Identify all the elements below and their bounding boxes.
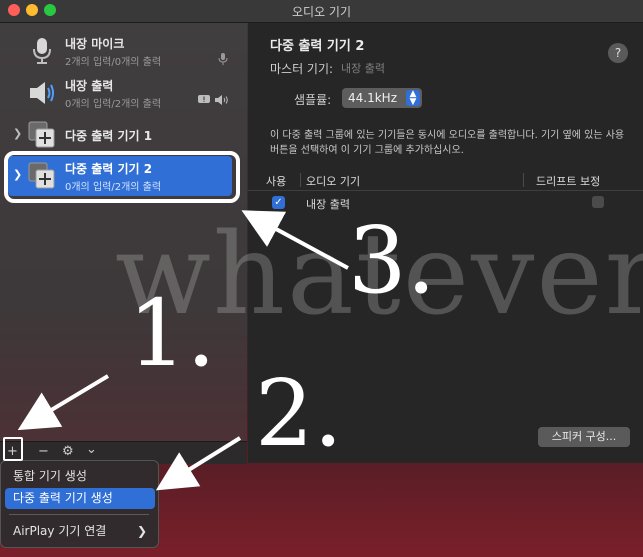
sample-rate-value: 44.1kHz <box>348 91 397 105</box>
chevron-down-icon[interactable]: ⌄ <box>86 442 97 457</box>
submenu-chevron-icon: ❯ <box>136 524 147 538</box>
device-io-count: 0개의 입력/2개의 출력 <box>65 99 162 110</box>
menu-item-label: 다중 출력 기기 생성 <box>13 491 113 505</box>
remove-device-button[interactable]: − <box>38 444 49 459</box>
input-mic-small-icon <box>218 53 228 65</box>
device-name: 내장 출력 <box>65 79 114 93</box>
column-separator <box>523 173 524 187</box>
title-bar: 오디오 기기 <box>0 0 643 23</box>
column-use[interactable]: 사용 <box>266 173 286 189</box>
column-separator <box>300 173 301 187</box>
device-title: 다중 출력 기기 2 <box>270 39 365 54</box>
sample-rate-select[interactable]: 44.1kHz ▲ ▼ <box>342 88 422 108</box>
device-row-built-in-mic[interactable]: 내장 마이크 2개의 입력/0개의 출력 <box>0 31 247 71</box>
alert-bubble-icon <box>198 95 210 103</box>
menu-separator <box>9 514 149 515</box>
gear-icon[interactable]: ⚙ <box>62 444 74 459</box>
menu-item-create-multi-output[interactable]: 다중 출력 기기 생성 <box>5 488 155 509</box>
device-row-multi-output-1[interactable]: ❯ 다중 출력 기기 1 <box>0 115 247 155</box>
device-name: 다중 출력 기기 1 <box>65 129 153 143</box>
highlight-box-add-button <box>3 437 23 461</box>
master-device-label: 마스터 기기: <box>270 62 334 76</box>
window-title: 오디오 기기 <box>291 5 351 19</box>
disclosure-chevron-icon[interactable]: ❯ <box>13 127 22 140</box>
row-device-name: 내장 출력 <box>306 198 350 211</box>
menu-item-airplay-connect[interactable]: AirPlay 기기 연결 ❯ <box>5 521 155 542</box>
speaker-icon <box>30 82 54 104</box>
menu-item-label: 통합 기기 생성 <box>13 469 87 483</box>
column-drift-correction[interactable]: 드리프트 보정 <box>536 173 600 189</box>
sample-rate-label: 샘플률: <box>294 93 332 107</box>
menu-item-create-aggregate[interactable]: 통합 기기 생성 <box>5 466 155 487</box>
device-detail-panel: 다중 출력 기기 2 ? 마스터 기기: 내장 출력 샘플률: 44.1kHz … <box>248 23 643 463</box>
device-name: 내장 마이크 <box>65 37 125 51</box>
group-description: 이 다중 출력 그룹에 있는 기기들은 동시에 오디오를 출력합니다. 기기 옆… <box>270 130 625 156</box>
multi-output-icon <box>28 121 55 148</box>
master-device-value[interactable]: 내장 출력 <box>341 60 385 76</box>
highlight-box-selected-device <box>4 151 240 203</box>
configure-speakers-button[interactable]: 스피커 구성... <box>538 427 630 447</box>
add-device-menu: 통합 기기 생성 다중 출력 기기 생성 AirPlay 기기 연결 ❯ <box>0 460 159 548</box>
updown-chevron-icon: ▲ ▼ <box>406 90 420 107</box>
device-io-count: 2개의 입력/0개의 출력 <box>65 57 162 68</box>
menu-item-label: AirPlay 기기 연결 <box>13 524 107 538</box>
help-button[interactable]: ? <box>608 43 628 63</box>
device-row-built-in-output[interactable]: 내장 출력 0개의 입력/2개의 출력 <box>0 73 247 113</box>
microphone-icon <box>33 38 51 64</box>
output-speaker-small-icon <box>215 95 228 105</box>
device-table-header: 사용 오디오 기기 드리프트 보정 <box>248 170 643 191</box>
table-row: ✓ 내장 출력 <box>248 193 643 213</box>
use-checkbox[interactable]: ✓ <box>272 196 285 209</box>
column-audio-device[interactable]: 오디오 기기 <box>306 173 360 189</box>
device-sidebar: 내장 마이크 2개의 입력/0개의 출력 내장 출력 0개의 입력/2개의 출력 <box>0 23 247 463</box>
drift-correction-checkbox[interactable] <box>592 196 604 208</box>
